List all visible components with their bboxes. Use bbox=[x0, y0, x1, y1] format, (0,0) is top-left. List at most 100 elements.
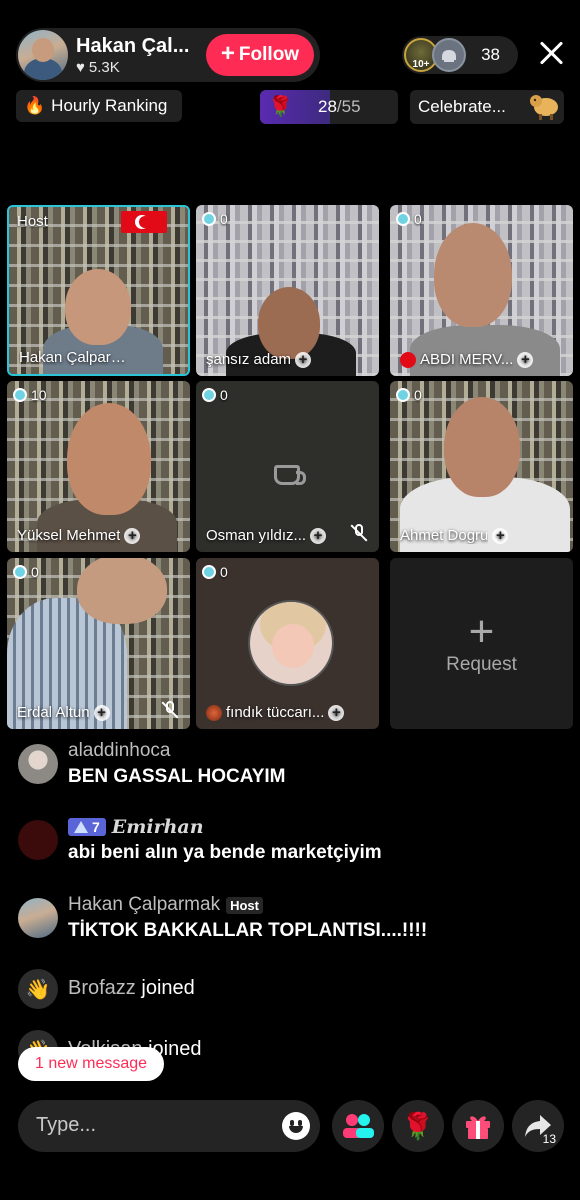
video-person-head bbox=[434, 223, 512, 327]
diamond-icon bbox=[202, 212, 216, 226]
join-username[interactable]: Brofazz bbox=[68, 977, 136, 999]
multi-guest-button[interactable] bbox=[332, 1100, 384, 1152]
guest-name-text: Osman yıldız... bbox=[206, 527, 307, 544]
follow-plus-icon[interactable]: + bbox=[310, 527, 327, 544]
close-icon[interactable] bbox=[538, 40, 564, 66]
goal-total: /55 bbox=[336, 97, 361, 116]
guest-name: ABDI MERV... + bbox=[400, 351, 534, 368]
diamond-icon bbox=[202, 388, 216, 402]
guest-score: 0 bbox=[202, 211, 228, 227]
turkish-flag-icon bbox=[400, 351, 416, 368]
user-level-badge: 7 bbox=[68, 818, 106, 836]
guest-score-value: 0 bbox=[220, 387, 228, 403]
user-level-value: 7 bbox=[92, 819, 100, 835]
guest-score: 0 bbox=[396, 387, 422, 403]
plus-icon: + bbox=[220, 40, 235, 67]
rose-gift-button[interactable]: 🌹 bbox=[392, 1100, 444, 1152]
guest-name: şansız adam + bbox=[206, 351, 312, 368]
rose-goal-bar[interactable]: 🌹 28/55 bbox=[260, 90, 398, 124]
diamond-icon bbox=[13, 565, 27, 579]
comment-placeholder: Type... bbox=[36, 1114, 97, 1136]
chat-username-text: Emirhan bbox=[111, 816, 204, 838]
viewers-pill[interactable]: 10+ 38 bbox=[402, 36, 518, 74]
likes-count: 5.3K bbox=[88, 58, 120, 76]
goal-current: 28 bbox=[318, 97, 337, 116]
hazelnut-icon bbox=[206, 704, 222, 721]
host-profile-pill[interactable]: Hakan Çal... ♥ 5.3K + Follow bbox=[16, 28, 320, 82]
mic-off-icon bbox=[350, 524, 368, 542]
chat-username[interactable]: Hakan Çalparmak Host bbox=[68, 894, 263, 916]
follow-plus-icon[interactable]: + bbox=[517, 351, 534, 368]
rose-icon: 🌹 bbox=[268, 96, 293, 118]
video-person-head bbox=[67, 403, 151, 515]
plus-icon: + bbox=[468, 606, 495, 656]
comment-input[interactable]: Type... bbox=[18, 1100, 320, 1152]
follow-plus-icon[interactable]: + bbox=[492, 527, 509, 544]
host-label: Host bbox=[17, 213, 48, 230]
guest-tile-5[interactable]: 0 Osman yıldız... + bbox=[196, 381, 379, 552]
host-likes: ♥ 5.3K bbox=[76, 59, 206, 76]
diamond-icon bbox=[396, 212, 410, 226]
chat-username[interactable]: 7 Emirhan bbox=[68, 816, 204, 838]
mic-off-icon bbox=[161, 701, 179, 719]
new-message-button[interactable]: 1 new message bbox=[18, 1047, 164, 1081]
gift-icon bbox=[466, 1116, 490, 1139]
video-person-head bbox=[258, 287, 320, 359]
goal-count: 28/55 bbox=[318, 97, 361, 117]
guest-score: 0 bbox=[202, 387, 228, 403]
join-action: joined bbox=[141, 977, 195, 999]
guest-name: Osman yıldız... + bbox=[206, 527, 327, 544]
guest-score-value: 0 bbox=[414, 211, 422, 227]
gift-button[interactable] bbox=[452, 1100, 504, 1152]
guest-name: Yüksel Mehmet + bbox=[17, 527, 141, 544]
guest-avatar bbox=[248, 600, 334, 686]
diamond-icon bbox=[13, 388, 27, 402]
guest-score: 0 bbox=[202, 564, 228, 580]
chat-avatar[interactable] bbox=[18, 820, 58, 860]
guest-name-text: fındık tüccarı... bbox=[226, 704, 325, 721]
guest-score-value: 10 bbox=[31, 387, 47, 403]
join-text: Brofazz joined bbox=[68, 977, 195, 1000]
guest-name-text: Hakan Çalparmak bbox=[19, 349, 137, 366]
guest-tile-7[interactable]: 0 Erdal Altun + bbox=[7, 558, 190, 729]
wave-hand-icon: 👋 bbox=[18, 969, 58, 1009]
guest-tile-2[interactable]: 0 şansız adam + bbox=[196, 205, 379, 376]
video-person-arm bbox=[77, 558, 167, 624]
follow-plus-icon[interactable]: + bbox=[295, 351, 312, 368]
guest-tile-3[interactable]: 0 ABDI MERV... + bbox=[390, 205, 573, 376]
celebrate-button[interactable]: Celebrate... bbox=[410, 90, 564, 124]
request-to-join-button[interactable]: + Request bbox=[390, 558, 573, 729]
guest-score-value: 0 bbox=[414, 387, 422, 403]
guest-tile-4[interactable]: 10 Yüksel Mehmet + bbox=[7, 381, 190, 552]
sheep-icon bbox=[530, 95, 558, 120]
chat-avatar[interactable] bbox=[18, 744, 58, 784]
guest-score-value: 0 bbox=[220, 211, 228, 227]
share-button[interactable]: 13 bbox=[512, 1100, 564, 1152]
emoji-icon[interactable] bbox=[282, 1112, 310, 1140]
hourly-ranking-button[interactable]: 🔥 Hourly Ranking bbox=[16, 90, 182, 122]
guest-tile-host[interactable]: Host Hakan Çalparmak bbox=[7, 205, 190, 376]
video-person-head bbox=[444, 397, 520, 497]
host-avatar[interactable] bbox=[18, 30, 68, 80]
follow-button[interactable]: + Follow bbox=[206, 34, 314, 76]
guest-tile-8[interactable]: 0 fındık tüccarı... + bbox=[196, 558, 379, 729]
guest-name: Ahmet Dogru + bbox=[400, 527, 509, 544]
rose-icon: 🌹 bbox=[401, 1110, 435, 1141]
guest-name-text: şansız adam bbox=[206, 351, 292, 368]
viewer-level-badge: 10+ bbox=[412, 59, 430, 70]
guest-name-text: ABDI MERV... bbox=[420, 351, 514, 368]
chat-avatar[interactable] bbox=[18, 898, 58, 938]
chat-username-text: Hakan Çalparmak bbox=[68, 894, 221, 915]
follow-plus-icon[interactable]: + bbox=[93, 704, 110, 721]
fire-icon: 🔥 bbox=[24, 96, 46, 115]
viewer-avatar-placeholder-icon[interactable] bbox=[432, 38, 466, 72]
viewer-count: 38 bbox=[481, 45, 500, 64]
join-notification: 👋 Brofazz joined bbox=[18, 969, 558, 1009]
guest-score-value: 0 bbox=[220, 564, 228, 580]
guest-tile-6[interactable]: 0 Ahmet Dogru + bbox=[390, 381, 573, 552]
follow-plus-icon[interactable]: + bbox=[328, 704, 345, 721]
chat-username[interactable]: aladdinhoca bbox=[68, 740, 170, 762]
guests-icon bbox=[343, 1114, 374, 1138]
guest-score: 0 bbox=[13, 564, 39, 580]
follow-plus-icon[interactable]: + bbox=[124, 527, 141, 544]
